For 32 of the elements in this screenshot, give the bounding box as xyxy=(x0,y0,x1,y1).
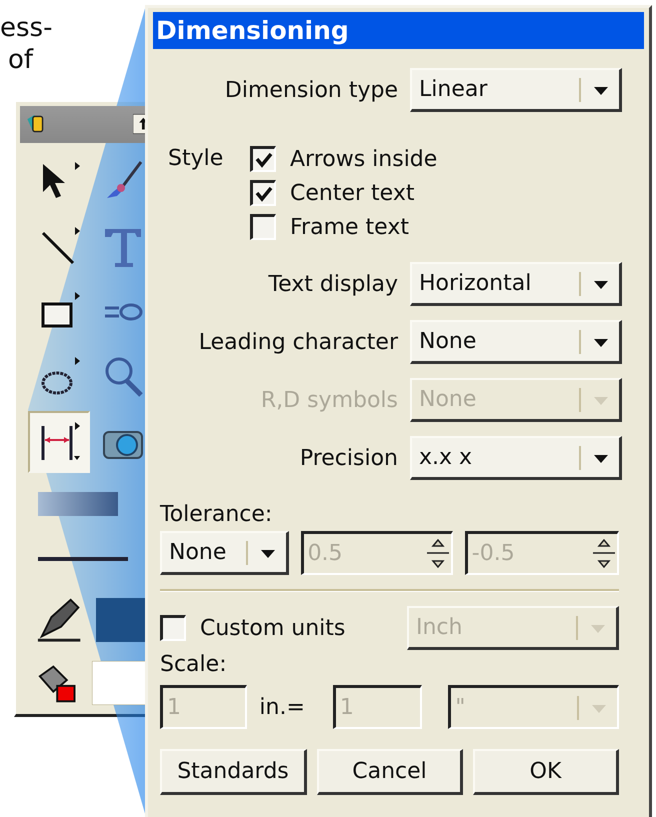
dropdown[interactable]: None xyxy=(160,531,289,575)
checkbox[interactable] xyxy=(250,180,276,206)
dropdown[interactable]: Linear xyxy=(410,68,622,112)
field-label: Leading character xyxy=(198,330,398,354)
checkbox[interactable] xyxy=(250,214,276,240)
tool-button[interactable] xyxy=(28,410,90,473)
checkbox-label: Custom units xyxy=(200,616,346,640)
checkbox-label: Arrows inside xyxy=(290,146,438,172)
dropdown[interactable]: None xyxy=(410,320,622,364)
field-label: Precision xyxy=(298,446,398,470)
unit-separator: in.= xyxy=(259,694,306,720)
dropdown[interactable]: Horizontal xyxy=(410,262,622,306)
dialog-title: Dimensioning xyxy=(153,12,644,49)
checkbox[interactable] xyxy=(160,615,186,641)
scale-label: Scale: xyxy=(160,652,228,677)
checkbox-label: Frame text xyxy=(290,214,409,240)
dropdown[interactable]: x.x x xyxy=(410,436,622,480)
gradient-swatch-icon xyxy=(38,492,118,516)
field-label: R,D symbols xyxy=(260,388,398,412)
checkbox-label: Center text xyxy=(290,180,414,206)
dialog-button[interactable]: OK xyxy=(473,749,619,795)
style-label: Style xyxy=(167,145,224,173)
line-width-icon xyxy=(38,557,128,562)
tolerance-label: Tolerance: xyxy=(160,502,274,527)
caption-text: of xyxy=(7,44,34,76)
caption-text: ess- xyxy=(0,12,52,44)
field-label: Dimension type xyxy=(224,78,398,102)
dialog-button[interactable]: Standards xyxy=(160,749,307,795)
checkbox[interactable] xyxy=(250,146,276,172)
pen-icon xyxy=(36,596,82,643)
field-label: Text display xyxy=(267,272,398,296)
dialog-button[interactable]: Cancel xyxy=(317,749,463,795)
